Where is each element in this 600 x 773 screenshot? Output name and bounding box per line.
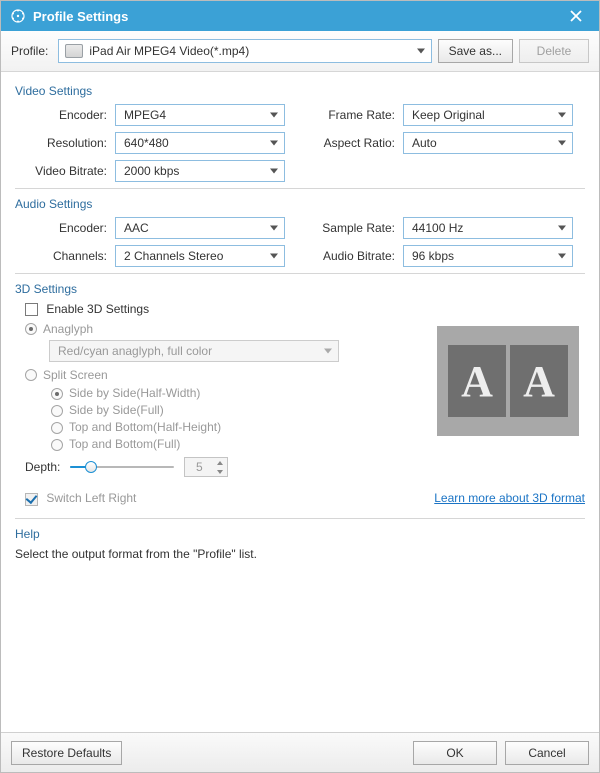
- frame-rate-label: Frame Rate:: [303, 108, 403, 122]
- anaglyph-label: Anaglyph: [43, 322, 93, 336]
- chevron-down-icon: [270, 254, 278, 259]
- video-settings-group: Video Settings Encoder: MPEG4 Frame Rate…: [15, 84, 585, 182]
- chevron-down-icon: [270, 226, 278, 231]
- chevron-down-icon: [417, 49, 425, 54]
- depth-stepper: 5: [184, 457, 228, 477]
- aspect-ratio-label: Aspect Ratio:: [303, 136, 403, 150]
- audio-encoder-label: Encoder:: [15, 221, 115, 235]
- resolution-label: Resolution:: [15, 136, 115, 150]
- ok-button[interactable]: OK: [413, 741, 497, 765]
- channels-select[interactable]: 2 Channels Stereo: [115, 245, 285, 267]
- chevron-down-icon: [270, 113, 278, 118]
- profile-label: Profile:: [11, 44, 48, 58]
- anaglyph-radio: [25, 323, 37, 335]
- sbs-half-radio: [51, 388, 63, 400]
- chevron-down-icon: [270, 169, 278, 174]
- enable-3d-label: Enable 3D Settings: [46, 302, 149, 316]
- chevron-down-icon: [558, 254, 566, 259]
- split-screen-radio: [25, 369, 37, 381]
- aspect-ratio-select[interactable]: Auto: [403, 132, 573, 154]
- tb-half-radio: [51, 422, 63, 434]
- switch-lr-label: Switch Left Right: [46, 491, 136, 505]
- sbs-full-label: Side by Side(Full): [69, 403, 164, 417]
- 3d-preview: A A: [437, 326, 579, 436]
- help-title: Help: [15, 527, 585, 541]
- switch-lr-checkbox: [25, 493, 38, 506]
- sample-rate-select[interactable]: 44100 Hz: [403, 217, 573, 239]
- divider: [15, 188, 585, 189]
- chevron-down-icon: [558, 141, 566, 146]
- sample-rate-label: Sample Rate:: [303, 221, 403, 235]
- chevron-up-icon: [213, 458, 227, 467]
- sbs-full-radio: [51, 405, 63, 417]
- save-as-button[interactable]: Save as...: [438, 39, 513, 63]
- frame-rate-select[interactable]: Keep Original: [403, 104, 573, 126]
- preview-left: A: [448, 345, 506, 417]
- depth-value: 5: [185, 460, 213, 474]
- chevron-down-icon: [270, 141, 278, 146]
- learn-more-link[interactable]: Learn more about 3D format: [434, 491, 585, 505]
- chevron-down-icon: [558, 226, 566, 231]
- video-encoder-label: Encoder:: [15, 108, 115, 122]
- tb-half-label: Top and Bottom(Half-Height): [69, 420, 221, 434]
- video-bitrate-label: Video Bitrate:: [15, 164, 115, 178]
- divider: [15, 518, 585, 519]
- channels-label: Channels:: [15, 249, 115, 263]
- audio-settings-title: Audio Settings: [15, 197, 585, 211]
- 3d-settings-group: 3D Settings Enable 3D Settings A A Anagl…: [15, 282, 585, 506]
- anaglyph-type-select: Red/cyan anaglyph, full color: [49, 340, 339, 362]
- profile-row: Profile: iPad Air MPEG4 Video(*.mp4) Sav…: [1, 31, 599, 72]
- cancel-button[interactable]: Cancel: [505, 741, 589, 765]
- preview-right: A: [510, 345, 568, 417]
- restore-defaults-button[interactable]: Restore Defaults: [11, 741, 122, 765]
- profile-value: iPad Air MPEG4 Video(*.mp4): [89, 44, 249, 58]
- split-screen-label: Split Screen: [43, 368, 108, 382]
- chevron-down-icon: [324, 349, 332, 354]
- audio-bitrate-label: Audio Bitrate:: [303, 249, 403, 263]
- resolution-select[interactable]: 640*480: [115, 132, 285, 154]
- profile-select[interactable]: iPad Air MPEG4 Video(*.mp4): [58, 39, 431, 63]
- device-icon: [65, 44, 83, 58]
- audio-settings-group: Audio Settings Encoder: AAC Sample Rate:…: [15, 197, 585, 267]
- footer: Restore Defaults OK Cancel: [1, 732, 599, 772]
- titlebar: Profile Settings: [1, 1, 599, 31]
- content: Video Settings Encoder: MPEG4 Frame Rate…: [1, 72, 599, 732]
- video-settings-title: Video Settings: [15, 84, 585, 98]
- audio-bitrate-select[interactable]: 96 kbps: [403, 245, 573, 267]
- window-title: Profile Settings: [33, 9, 561, 24]
- 3d-settings-title: 3D Settings: [15, 282, 585, 296]
- tb-full-radio: [51, 439, 63, 451]
- tb-full-label: Top and Bottom(Full): [69, 437, 180, 451]
- app-icon: [9, 7, 27, 25]
- close-icon[interactable]: [561, 1, 591, 31]
- audio-encoder-select[interactable]: AAC: [115, 217, 285, 239]
- divider: [15, 273, 585, 274]
- help-group: Help Select the output format from the "…: [15, 527, 585, 561]
- chevron-down-icon: [213, 467, 227, 476]
- help-text: Select the output format from the "Profi…: [15, 547, 585, 561]
- delete-button: Delete: [519, 39, 589, 63]
- profile-settings-window: Profile Settings Profile: iPad Air MPEG4…: [0, 0, 600, 773]
- enable-3d-checkbox[interactable]: [25, 303, 38, 316]
- chevron-down-icon: [558, 113, 566, 118]
- video-bitrate-select[interactable]: 2000 kbps: [115, 160, 285, 182]
- depth-label: Depth:: [25, 460, 60, 474]
- video-encoder-select[interactable]: MPEG4: [115, 104, 285, 126]
- sbs-half-label: Side by Side(Half-Width): [69, 386, 200, 400]
- depth-slider: [70, 459, 174, 475]
